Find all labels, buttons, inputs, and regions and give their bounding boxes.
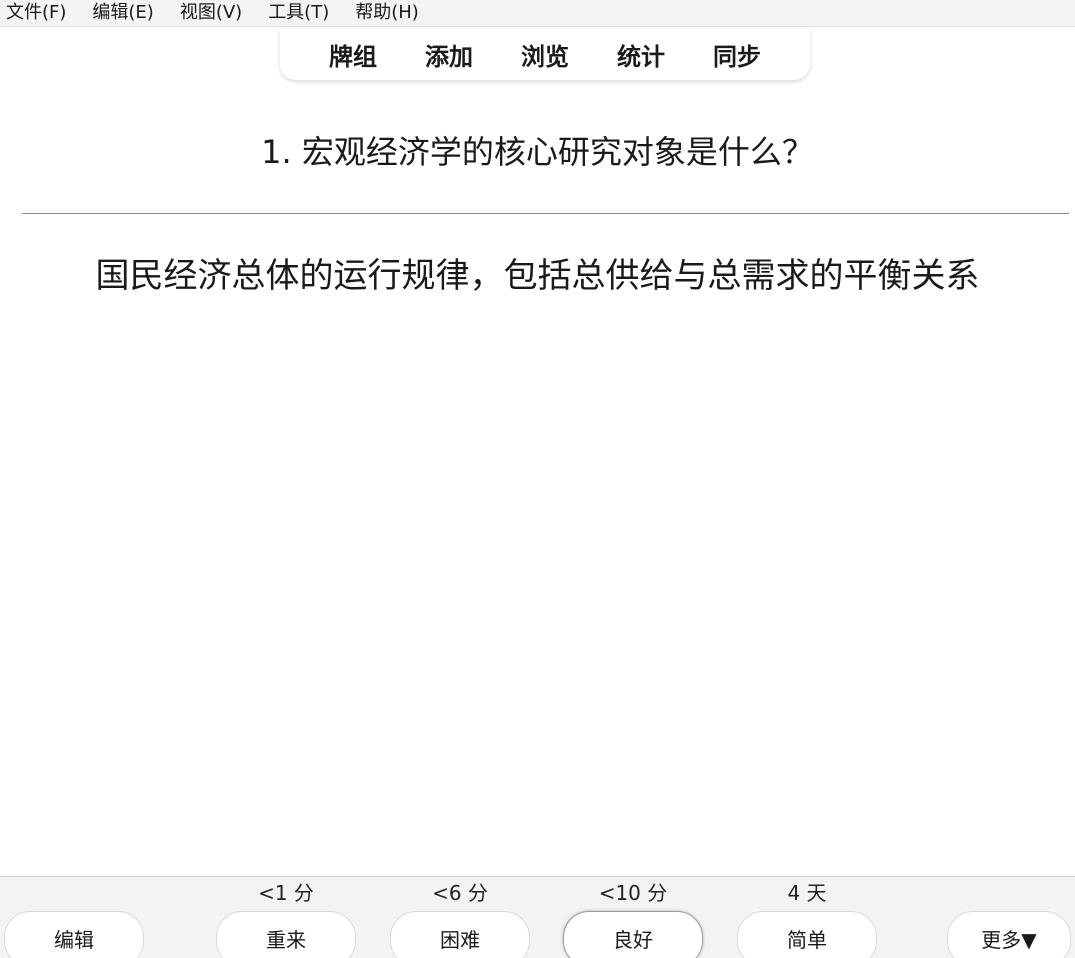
toolbar-stats[interactable]: 统计	[617, 37, 665, 72]
menu-tools[interactable]: 工具(T)	[262, 2, 335, 24]
menu-file[interactable]: 文件(F)	[0, 2, 72, 24]
toolbar-browse[interactable]: 浏览	[521, 37, 569, 72]
toolbar-decks[interactable]: 牌组	[329, 37, 377, 72]
toolbar-sync[interactable]: 同步	[713, 37, 761, 72]
toolbar-add[interactable]: 添加	[425, 37, 473, 72]
hard-interval: <6 分	[432, 881, 488, 905]
again-button[interactable]: 重来	[216, 911, 356, 958]
edit-button[interactable]: 编辑	[4, 911, 144, 958]
again-interval: <1 分	[258, 881, 314, 905]
easy-interval: 4 天	[787, 881, 827, 905]
hard-button[interactable]: 困难	[390, 911, 530, 958]
easy-button[interactable]: 简单	[737, 911, 877, 958]
main-toolbar: 牌组 添加 浏览 统计 同步	[280, 28, 810, 80]
menu-help[interactable]: 帮助(H)	[349, 2, 425, 24]
card-question: 1. 宏观经济学的核心研究对象是什么？	[261, 133, 814, 171]
more-button[interactable]: 更多▼	[947, 911, 1071, 958]
card-answer: 国民经济总体的运行规律，包括总供给与总需求的平衡关系	[95, 256, 980, 296]
good-button[interactable]: 良好	[563, 911, 703, 958]
card-divider	[22, 213, 1069, 214]
menu-bar: 文件(F) 编辑(E) 视图(V) 工具(T) 帮助(H)	[0, 0, 1075, 27]
menu-view[interactable]: 视图(V)	[174, 2, 248, 24]
review-bottom-bar: 编辑 <1 分 重来 <6 分 困难 <10 分 良好 4 天 简单 更多▼	[0, 876, 1075, 958]
good-interval: <10 分	[598, 881, 668, 905]
menu-edit[interactable]: 编辑(E)	[86, 2, 159, 24]
